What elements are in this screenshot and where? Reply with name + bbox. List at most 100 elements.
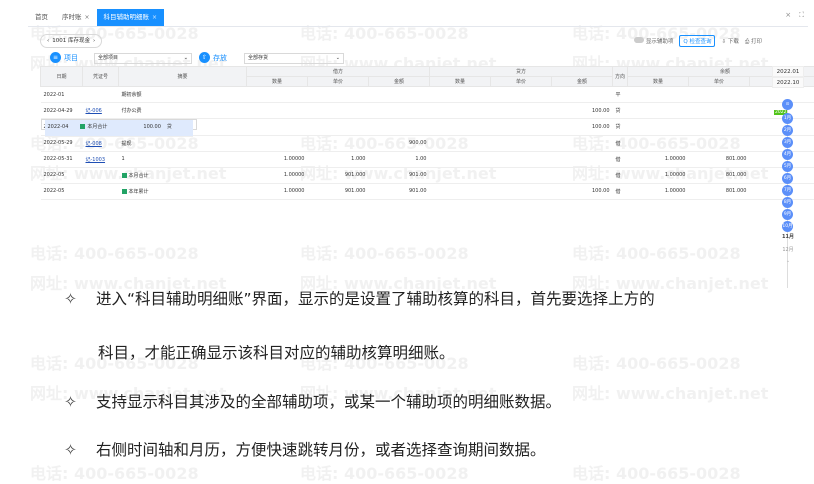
month-10[interactable]: 10月 — [782, 221, 793, 232]
fullscreen-icon[interactable]: ⛶ — [799, 11, 804, 20]
table-cell-summary: 本月合计 — [119, 167, 247, 183]
cell-text: 2022-04-29 — [44, 108, 73, 114]
cell-text: 2022-05 — [44, 172, 65, 178]
print-icon: ⎙ — [745, 39, 749, 45]
table-cell-date: 2022-05 — [41, 183, 83, 199]
table-cell-dir: 贷 — [613, 103, 628, 119]
cell-text: 平 — [616, 92, 621, 98]
cell-text: 2022-05 — [44, 188, 65, 194]
table-cell-date: 2022-05 — [41, 167, 83, 183]
chevron-right-icon[interactable]: › — [93, 35, 95, 47]
table-cell-dir: 贷 — [164, 120, 175, 136]
cell-text: 2022-01 — [44, 92, 65, 98]
cell-text: 贷 — [167, 124, 172, 130]
note-2: ✧支持显示科目其涉及的全部辅助项，或某一个辅助项的明细账数据。 — [64, 390, 561, 412]
table-row[interactable]: 2022-05-31记-100311.000001.0001.00借1.0000… — [41, 151, 814, 167]
month-7[interactable]: 7月 — [782, 185, 793, 196]
table-cell-bp — [689, 135, 750, 151]
cell-text: 100.00 — [592, 108, 610, 114]
table-row[interactable]: 2022-04-29记-006付办公费100.00贷 — [41, 103, 814, 119]
print-button[interactable]: ⎙ 打印 — [745, 37, 762, 46]
tab-home[interactable]: 首页 — [28, 9, 55, 26]
table-cell-bp: 801.000 — [689, 183, 750, 199]
watermark-phone: 电话: 400-665-0028 — [572, 350, 741, 374]
table-cell-voucher[interactable]: 记-006 — [83, 103, 119, 119]
query-button[interactable]: Q 检查查询 — [679, 35, 715, 47]
filter-icon: ≡ — [50, 52, 61, 63]
scroll-down-icon[interactable]: ⌄ — [781, 256, 795, 267]
month-8[interactable]: 8月 — [782, 197, 793, 208]
cell-text: 901.00 — [409, 172, 427, 178]
table-row[interactable]: 2022-05-29记-008提现900.00借 — [41, 135, 814, 151]
tab-aux-detail-ledger[interactable]: 科目辅助明细账× — [97, 9, 165, 26]
timeline-start-icon[interactable]: ⊙ — [782, 99, 793, 110]
month-4[interactable]: 4月 — [782, 149, 793, 160]
note-2-text: 支持显示科目其涉及的全部辅助项，或某一个辅助项的明细账数据。 — [96, 393, 561, 411]
table-cell-voucher[interactable]: 记-1003 — [83, 151, 119, 167]
col-credit: 贷方 — [430, 67, 613, 77]
col-summary[interactable]: 摘要 — [119, 67, 247, 87]
table-cell-ca — [552, 135, 613, 151]
close-icon[interactable]: × — [85, 9, 90, 26]
col-debit-price: 单价 — [308, 77, 369, 87]
table-cell-dp — [308, 87, 369, 103]
month-6[interactable]: 6月 — [782, 173, 793, 184]
toggle-icon — [634, 37, 644, 43]
month-11[interactable]: 11月 — [781, 232, 795, 243]
tab-label: 科目辅助明细账 — [104, 9, 150, 26]
month-3[interactable]: 3月 — [782, 137, 793, 148]
cell-text: 801.000 — [726, 156, 747, 162]
table-body: 2022-01期初余额平2022-04-29记-006付办公费100.00贷20… — [41, 87, 814, 200]
table-cell-voucher[interactable]: 记-008 — [83, 135, 119, 151]
save-button[interactable]: ⇧存放 — [199, 52, 227, 63]
cell-text: 本年累计 — [129, 189, 149, 195]
col-debit-amount: 金额 — [369, 77, 430, 87]
chevron-down-icon: ⌄ — [336, 54, 340, 63]
range-start[interactable]: 2022.01 — [772, 66, 804, 77]
table-cell-bq: 1.00000 — [628, 151, 689, 167]
col-credit-amount: 金额 — [552, 77, 613, 87]
table-cell-bp — [689, 103, 750, 119]
table-cell-cp — [491, 167, 552, 183]
month-2[interactable]: 2月 — [782, 125, 793, 136]
note-1: ✧进入“科目辅助明细账”界面，显示的是设置了辅助核算的科目，首先要选择上方的 — [64, 287, 655, 309]
cell-text: 100.00 — [592, 188, 610, 194]
table-row[interactable]: 2022-05本月合计1.00000901.000901.00借1.000008… — [41, 167, 814, 183]
project-filter[interactable]: ≡项目 — [50, 52, 78, 63]
month-1[interactable]: 1月 — [782, 113, 793, 124]
cell-text: 1.00000 — [665, 188, 686, 194]
table-cell-summary: 提现 — [119, 135, 247, 151]
cell-text: 提现 — [122, 141, 132, 147]
scope-select[interactable]: 全部存货⌄ — [244, 53, 344, 64]
cell-text: 贷 — [616, 124, 621, 130]
table-row[interactable]: 2022-01期初余额平 — [41, 87, 814, 103]
month-5[interactable]: 5月 — [782, 161, 793, 172]
cell-text: 900.00 — [409, 140, 427, 146]
aux-select[interactable]: 全部项目⌄ — [94, 53, 192, 64]
table-cell-summary: 本年累计 — [119, 183, 247, 199]
table-cell-bq — [628, 135, 689, 151]
col-debit: 借方 — [247, 67, 430, 77]
table-row[interactable]: 2022-05本年累计1.00000901.000901.00100.00借1.… — [41, 183, 814, 199]
table-cell-dq — [247, 87, 308, 103]
table-cell-date: 2022-04-29 — [41, 103, 83, 119]
table-row[interactable]: 2022-04本月合计100.00贷 — [41, 119, 197, 130]
project-label: 项目 — [64, 53, 78, 63]
account-selector[interactable]: ‹1001 库存现金› — [40, 34, 102, 48]
range-end[interactable]: 2022.10 — [772, 77, 804, 88]
chevron-down-icon: ⌄ — [184, 54, 188, 63]
table-cell-date: 2022-05-31 — [41, 151, 83, 167]
table-cell-dp: 1.000 — [308, 151, 369, 167]
month-12[interactable]: 12月 — [781, 245, 795, 256]
chevron-left-icon[interactable]: ‹ — [47, 35, 49, 47]
show-aux-toggle[interactable]: 显示辅助项 — [634, 37, 674, 45]
download-button[interactable]: ⇩ 下载 — [721, 37, 738, 45]
close-all-icon[interactable]: × — [785, 11, 791, 20]
print-label: 打印 — [751, 39, 762, 45]
table-cell-dir: 借 — [613, 167, 628, 183]
tab-journal[interactable]: 序时账× — [55, 9, 97, 26]
col-date[interactable]: 日期 — [41, 67, 83, 87]
col-voucher[interactable]: 凭证号 — [83, 67, 119, 87]
month-9[interactable]: 9月 — [782, 209, 793, 220]
close-icon[interactable]: × — [152, 9, 157, 26]
